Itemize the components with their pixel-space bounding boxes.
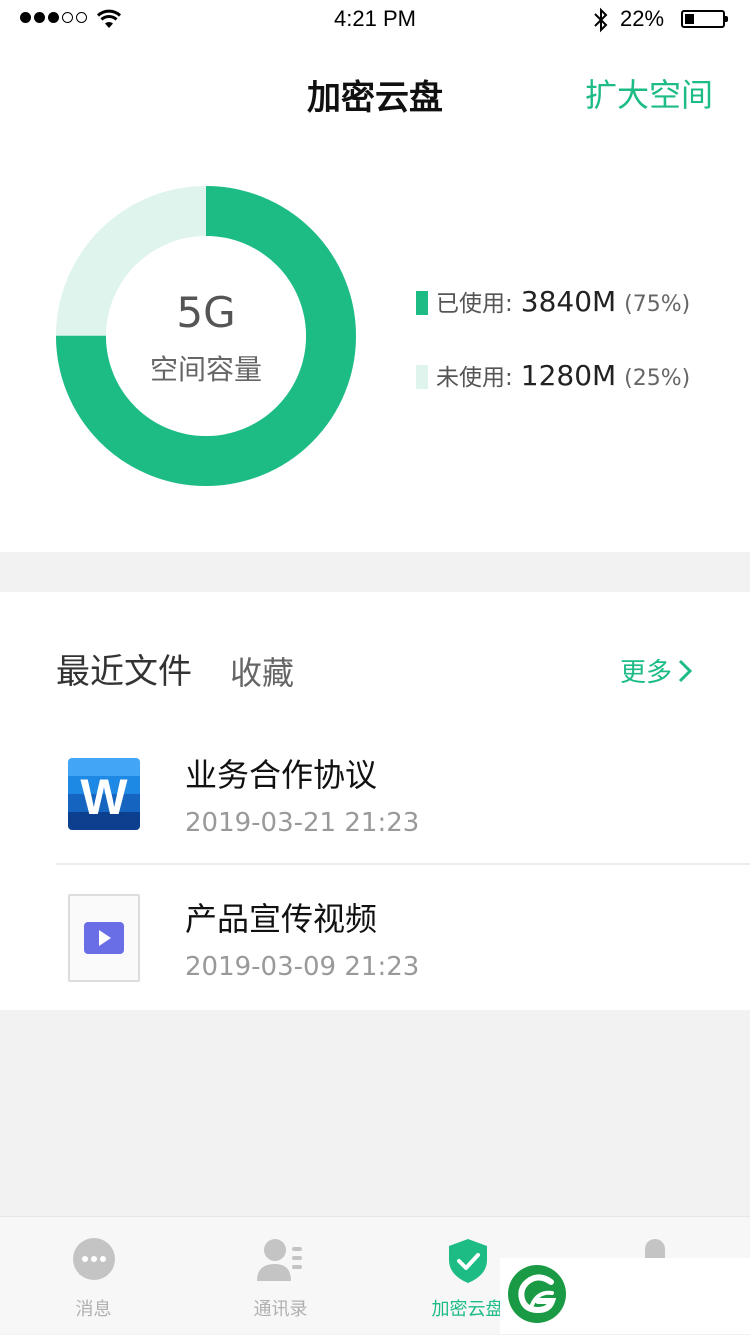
file-list-item[interactable]: W 业务合作协议 2019-03-21 21:23 <box>0 722 750 866</box>
legend-used-value: 3840M <box>520 285 617 318</box>
files-card: 最近文件 收藏 更多 W 业务合作协议 2019-03-21 21:23 产品宣… <box>0 592 750 1010</box>
file-name: 产品宣传视频 <box>185 900 378 938</box>
tab-recent-files[interactable]: 最近文件 <box>56 644 192 693</box>
video-file-icon <box>68 894 140 982</box>
tab-label: 消息 <box>75 1299 112 1320</box>
svg-text:W: W <box>80 769 128 825</box>
legend-free-label: 未使用: <box>436 365 513 391</box>
file-list-item[interactable]: 产品宣传视频 2019-03-09 21:23 <box>0 866 750 1010</box>
tab-contacts[interactable]: 通讯录 <box>187 1217 374 1335</box>
chevron-right-icon <box>678 659 693 682</box>
file-date: 2019-03-21 21:23 <box>185 808 420 838</box>
storage-card: 5G 空间容量 已使用: 3840M (75%) 未使用: 1280M (25%… <box>0 140 750 552</box>
divider <box>56 863 750 865</box>
tab-favorites[interactable]: 收藏 <box>230 648 294 694</box>
status-bar: 4:21 PM 22% <box>0 0 750 40</box>
capacity-caption: 空间容量 <box>149 353 262 386</box>
legend-free: 未使用: 1280M (25%) <box>416 358 690 392</box>
contacts-icon <box>256 1239 302 1281</box>
legend-free-swatch <box>416 365 428 389</box>
capacity-total: 5G <box>176 288 236 337</box>
word-doc-icon: W <box>68 758 140 830</box>
legend-used: 已使用: 3840M (75%) <box>416 284 690 318</box>
bluetooth-icon <box>594 7 608 33</box>
legend-used-label: 已使用: <box>436 291 513 317</box>
battery-icon <box>681 10 728 28</box>
battery-percent: 22% <box>620 6 665 31</box>
chat-bubble-icon <box>72 1238 115 1280</box>
more-label: 更多 <box>620 658 673 688</box>
file-name: 业务合作协议 <box>185 756 378 794</box>
nav-header: 加密云盘 扩大空间 <box>0 40 750 140</box>
shield-check-icon <box>448 1239 487 1283</box>
legend-used-swatch <box>416 291 428 315</box>
brand-logo-icon <box>508 1265 566 1323</box>
legend-free-value: 1280M <box>520 359 617 392</box>
tab-messages[interactable]: 消息 <box>0 1217 187 1335</box>
tab-label: 通讯录 <box>253 1299 308 1320</box>
legend-free-percent: (25%) <box>624 366 691 391</box>
expand-space-button[interactable]: 扩大空间 <box>585 70 713 116</box>
more-button[interactable]: 更多 <box>620 652 693 689</box>
file-date: 2019-03-09 21:23 <box>185 952 420 982</box>
legend-used-percent: (75%) <box>624 292 691 317</box>
